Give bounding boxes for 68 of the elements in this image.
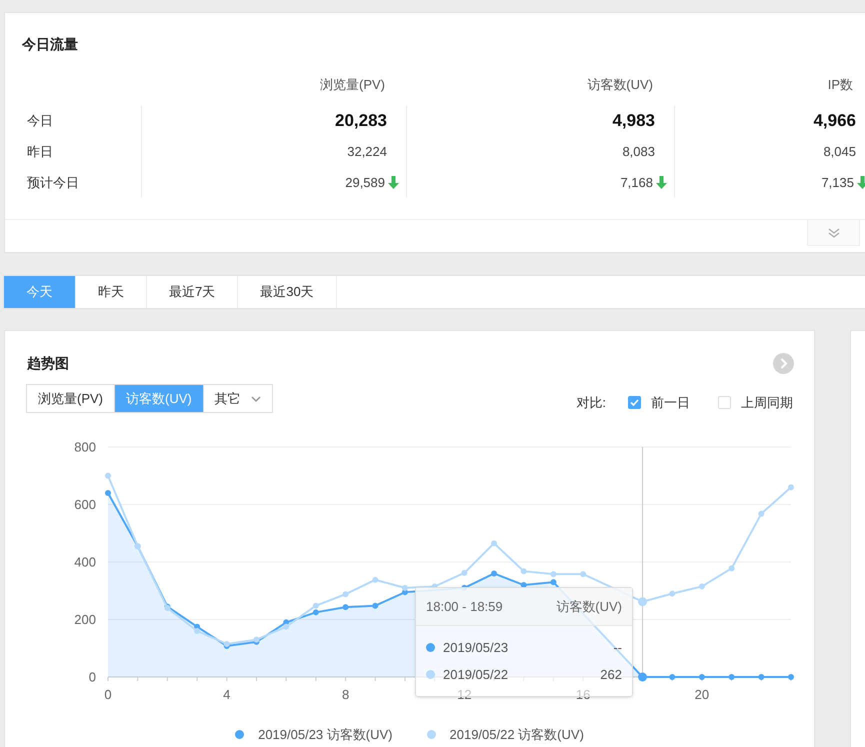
stat-value: 20,283 <box>335 110 387 132</box>
x-tick-label: 4 <box>223 687 230 702</box>
data-point <box>491 570 498 576</box>
data-point <box>550 571 556 578</box>
tooltip-value: -- <box>613 638 622 657</box>
data-point <box>372 602 378 609</box>
row-label: 预计今日 <box>27 174 79 192</box>
y-tick-label: 800 <box>74 440 96 454</box>
data-point <box>550 579 556 586</box>
tooltip-date: 2019/05/23 <box>443 638 508 657</box>
data-point <box>758 510 764 517</box>
tooltip-value: 262 <box>600 666 622 684</box>
data-point <box>698 583 705 590</box>
stat-value: 7,168 <box>620 174 653 192</box>
y-tick-label: 400 <box>74 554 96 570</box>
compare-checkbox[interactable] <box>718 396 731 410</box>
data-point <box>669 674 676 680</box>
data-point <box>580 571 586 578</box>
data-point <box>788 484 794 490</box>
tooltip-date: 2019/05/22 <box>443 666 508 684</box>
x-tick-label: 20 <box>694 687 710 702</box>
y-tick-label: 200 <box>74 612 96 627</box>
checkbox-label: 上周同期 <box>741 394 793 412</box>
card-title: 今日流量 <box>22 35 78 54</box>
x-tick-label: 0 <box>104 687 112 702</box>
stat-value: 4,966 <box>813 110 856 132</box>
double-chevron-icon <box>828 228 840 238</box>
card-title: 趋势图 <box>27 354 69 373</box>
tooltip-metric: 访客数(UV) <box>556 598 622 616</box>
stat-value: 7,135 <box>821 174 854 192</box>
data-point <box>758 674 764 680</box>
stat-value: 4,983 <box>612 110 655 132</box>
stat-value: 32,224 <box>347 142 387 161</box>
data-point <box>491 540 498 546</box>
expand-button[interactable] <box>807 219 860 246</box>
data-point <box>728 565 735 572</box>
column-header: 浏览量(PV) <box>320 76 385 93</box>
tooltip-time: 18:00 - 18:59 <box>426 598 503 616</box>
data-point <box>105 490 111 496</box>
data-point <box>372 576 378 583</box>
data-point <box>520 568 527 574</box>
legend-label: 2019/05/22 访客数(UV) <box>450 726 584 744</box>
y-tick-label: 0 <box>88 670 96 684</box>
column-header: IP数 <box>828 76 853 93</box>
row-label: 昨日 <box>27 142 53 161</box>
data-point <box>698 674 705 680</box>
data-point <box>105 472 111 479</box>
data-point <box>638 597 648 606</box>
data-point <box>461 570 468 576</box>
y-tick-label: 600 <box>74 497 96 512</box>
data-point <box>788 674 794 680</box>
row-label: 今日 <box>27 112 53 130</box>
data-point <box>669 590 676 597</box>
data-point <box>728 674 735 680</box>
checkbox-label: 前一日 <box>651 394 690 412</box>
legend-label: 2019/05/23 访客数(UV) <box>258 726 392 744</box>
compare-label: 对比: <box>576 394 606 412</box>
data-point <box>342 604 349 610</box>
data-point <box>520 582 527 588</box>
stat-value: 8,045 <box>823 142 856 161</box>
column-header: 访客数(UV) <box>587 76 653 93</box>
stat-value: 29,589 <box>345 174 385 192</box>
x-tick-label: 8 <box>342 687 350 702</box>
compare-checkbox[interactable] <box>628 396 641 410</box>
data-point <box>638 672 648 682</box>
stat-value: 8,083 <box>622 142 655 161</box>
chevron-down-icon <box>250 396 261 402</box>
data-point <box>342 591 349 598</box>
